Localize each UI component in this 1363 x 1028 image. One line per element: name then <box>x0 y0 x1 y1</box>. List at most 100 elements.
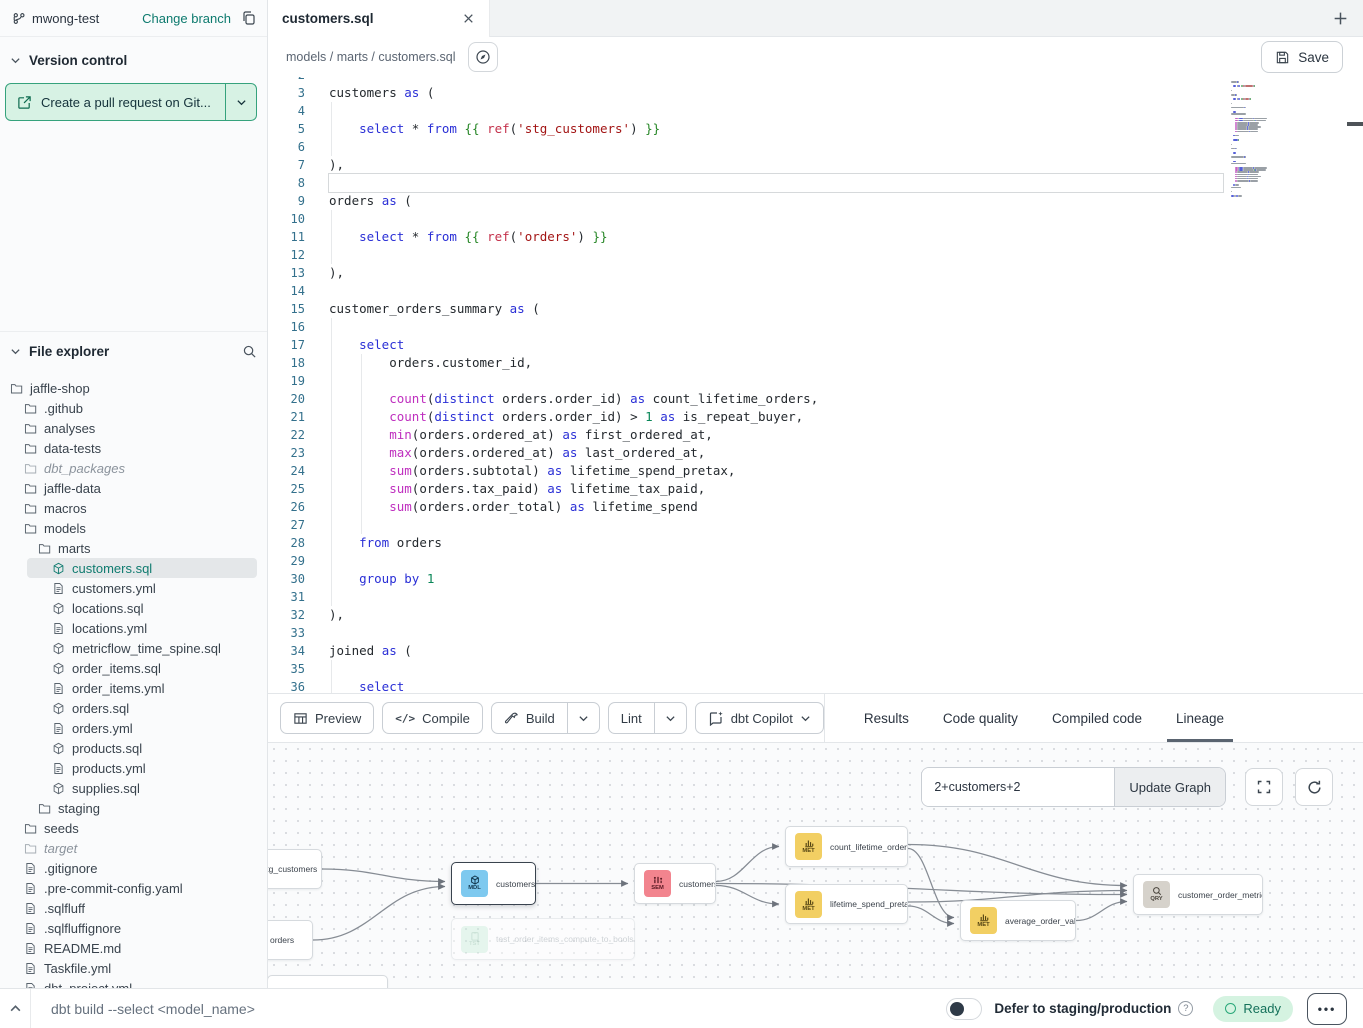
compile-button[interactable]: </> Compile <box>382 702 483 734</box>
code-line-32[interactable]: 32), <box>268 606 1363 624</box>
tab-customers-sql[interactable]: customers.sql <box>268 0 490 37</box>
lineage-selector-input[interactable] <box>922 768 1114 806</box>
tree-item-macros[interactable]: macros <box>0 498 267 518</box>
code-line-3[interactable]: 3customers as ( <box>268 84 1363 102</box>
code-line-9[interactable]: 9orders as ( <box>268 192 1363 210</box>
update-graph-button[interactable]: Update Graph <box>1114 768 1225 806</box>
tree-item-Taskfile.yml[interactable]: Taskfile.yml <box>0 958 267 978</box>
code-line-18[interactable]: 18 orders.customer_id, <box>268 354 1363 372</box>
refresh-icon[interactable] <box>1295 768 1333 806</box>
tree-item-staging[interactable]: staging <box>0 798 267 818</box>
tree-item-marts[interactable]: marts <box>0 538 267 558</box>
tab-code-quality[interactable]: Code quality <box>926 694 1035 742</box>
code-line-24[interactable]: 24 sum(orders.subtotal) as lifetime_spen… <box>268 462 1363 480</box>
lineage-node-customers_sem[interactable]: SEMcustomers <box>634 863 716 904</box>
code-line-11[interactable]: 11 select * from {{ ref('orders') }} <box>268 228 1363 246</box>
tree-item-dbt_packages[interactable]: dbt_packages <box>0 458 267 478</box>
tree-item-products.yml[interactable]: products.yml <box>0 758 267 778</box>
tree-item-.gitignore[interactable]: .gitignore <box>0 858 267 878</box>
build-button[interactable]: Build <box>492 703 567 733</box>
fullscreen-icon[interactable] <box>1245 768 1283 806</box>
code-line-7[interactable]: 7), <box>268 156 1363 174</box>
code-line-28[interactable]: 28 from orders <box>268 534 1363 552</box>
editor-scrollbar-thumb[interactable] <box>1347 122 1363 126</box>
tree-item-jaffle-data[interactable]: jaffle-data <box>0 478 267 498</box>
code-line-25[interactable]: 25 sum(orders.tax_paid) as lifetime_tax_… <box>268 480 1363 498</box>
copy-icon[interactable] <box>241 10 257 26</box>
code-line-13[interactable]: 13), <box>268 264 1363 282</box>
lineage-node-orders[interactable]: MDLorders <box>268 920 313 960</box>
search-icon[interactable] <box>242 344 257 359</box>
create-pr-button[interactable]: Create a pull request on Git... <box>5 83 257 121</box>
tab-compiled-code[interactable]: Compiled code <box>1035 694 1159 742</box>
tree-item-seeds[interactable]: seeds <box>0 818 267 838</box>
version-control-header[interactable]: Version control <box>0 43 267 77</box>
add-tab-icon[interactable] <box>1332 0 1349 36</box>
lineage-node-customer_order_metrics[interactable]: QRYcustomer_order_metrics <box>1133 874 1263 915</box>
lineage-node-customers_mdl[interactable]: MDLcustomers <box>451 862 536 905</box>
save-button[interactable]: Save <box>1261 41 1343 73</box>
close-tab-icon[interactable] <box>462 12 475 25</box>
tab-lineage[interactable]: Lineage <box>1159 694 1241 742</box>
dbt-copilot-button[interactable]: dbt Copilot <box>695 702 824 734</box>
preview-button[interactable]: Preview <box>280 702 374 734</box>
code-line-19[interactable]: 19 <box>268 372 1363 390</box>
tab-results[interactable]: Results <box>847 694 926 742</box>
code-line-20[interactable]: 20 count(distinct orders.order_id) as co… <box>268 390 1363 408</box>
command-input[interactable]: dbt build --select <model_name> <box>51 1001 255 1017</box>
tree-item-customers.sql[interactable]: customers.sql <box>27 558 257 578</box>
lineage-node-test_order_items[interactable]: TSTtest_order_items_compute_to_bools... <box>451 918 635 960</box>
tree-item-supplies.sql[interactable]: supplies.sql <box>0 778 267 798</box>
tree-item-README.md[interactable]: README.md <box>0 938 267 958</box>
tree-item-models[interactable]: models <box>0 518 267 538</box>
code-line-5[interactable]: 5 select * from {{ ref('stg_customers') … <box>268 120 1363 138</box>
code-line-12[interactable]: 12 <box>268 246 1363 264</box>
code-line-26[interactable]: 26 sum(orders.order_total) as lifetime_s… <box>268 498 1363 516</box>
lint-caret[interactable] <box>654 703 686 733</box>
code-line-14[interactable]: 14 <box>268 282 1363 300</box>
editor-minimap[interactable] <box>1229 79 1311 211</box>
code-line-22[interactable]: 22 min(orders.ordered_at) as first_order… <box>268 426 1363 444</box>
tree-item-.pre-commit-config.yaml[interactable]: .pre-commit-config.yaml <box>0 878 267 898</box>
status-badge[interactable]: Ready <box>1213 996 1293 1022</box>
code-line-36[interactable]: 36 select <box>268 678 1363 693</box>
code-editor[interactable]: 23customers as (45 select * from {{ ref(… <box>268 77 1363 693</box>
code-line-16[interactable]: 16 <box>268 318 1363 336</box>
code-line-17[interactable]: 17 select <box>268 336 1363 354</box>
code-line-27[interactable]: 27 <box>268 516 1363 534</box>
help-icon[interactable] <box>1178 1001 1193 1016</box>
tree-item-order_items.yml[interactable]: order_items.yml <box>0 678 267 698</box>
code-line-15[interactable]: 15customer_orders_summary as ( <box>268 300 1363 318</box>
change-branch-link[interactable]: Change branch <box>142 11 231 26</box>
tree-item-jaffle-shop[interactable]: jaffle-shop <box>0 378 267 398</box>
tree-item-.sqlfluff[interactable]: .sqlfluff <box>0 898 267 918</box>
create-pr-main[interactable]: Create a pull request on Git... <box>6 84 225 120</box>
create-pr-caret[interactable] <box>225 84 256 120</box>
code-line-10[interactable]: 10 <box>268 210 1363 228</box>
code-line-8[interactable]: 8 <box>268 174 1363 192</box>
tree-item-analyses[interactable]: analyses <box>0 418 267 438</box>
code-line-33[interactable]: 33 <box>268 624 1363 642</box>
tree-item-metricflow_time_spine.sql[interactable]: metricflow_time_spine.sql <box>0 638 267 658</box>
code-line-4[interactable]: 4 <box>268 102 1363 120</box>
tree-item-data-tests[interactable]: data-tests <box>0 438 267 458</box>
lineage-node-average_order_value[interactable]: METaverage_order_value <box>960 900 1076 941</box>
tree-item-customers.yml[interactable]: customers.yml <box>0 578 267 598</box>
tree-item-products.sql[interactable]: products.sql <box>0 738 267 758</box>
tree-item-.github[interactable]: .github <box>0 398 267 418</box>
explore-lineage-icon[interactable] <box>468 42 498 72</box>
tree-item-orders.yml[interactable]: orders.yml <box>0 718 267 738</box>
lint-button[interactable]: Lint <box>609 703 654 733</box>
code-line-21[interactable]: 21 count(distinct orders.order_id) > 1 a… <box>268 408 1363 426</box>
chevron-up-icon[interactable] <box>0 1002 30 1015</box>
tree-item-order_items.sql[interactable]: order_items.sql <box>0 658 267 678</box>
tree-item-target[interactable]: target <box>0 838 267 858</box>
code-line-29[interactable]: 29 <box>268 552 1363 570</box>
lineage-node-stg_customers[interactable]: MDLstg_customers <box>268 849 322 889</box>
tree-item-orders.sql[interactable]: orders.sql <box>0 698 267 718</box>
tree-item-dbt_project.yml[interactable]: dbt_project.yml <box>0 978 267 988</box>
code-line-34[interactable]: 34joined as ( <box>268 642 1363 660</box>
code-line-6[interactable]: 6 <box>268 138 1363 156</box>
defer-toggle[interactable] <box>946 998 982 1020</box>
lineage-node-lifetime_spend_pretax[interactable]: METlifetime_spend_pretax <box>785 884 908 924</box>
